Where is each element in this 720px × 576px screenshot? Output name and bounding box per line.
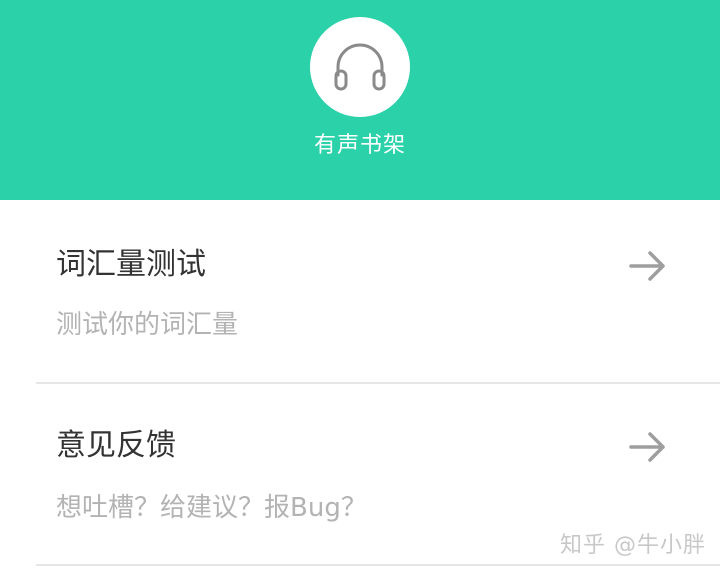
- arrow-right-icon[interactable]: [628, 430, 668, 464]
- divider: [36, 564, 720, 566]
- audiobook-shelf-label[interactable]: 有声书架: [0, 128, 720, 164]
- headphones-icon: [334, 43, 386, 91]
- arrow-right-icon[interactable]: [628, 249, 668, 283]
- vocabulary-test-title: 词汇量测试: [56, 247, 206, 282]
- feedback-subtitle: 想吐槽？给建议？报Bug？: [56, 493, 367, 523]
- audiobook-shelf-button[interactable]: [310, 17, 410, 117]
- watermark: 知乎 @牛小胖: [560, 533, 706, 558]
- vocabulary-test-subtitle: 测试你的词汇量: [56, 310, 239, 340]
- header-banner: 有声书架: [0, 0, 720, 200]
- list-item-vocabulary-test[interactable]: 词汇量测试 测试你的词汇量: [0, 201, 720, 383]
- feedback-title: 意见反馈: [56, 428, 176, 463]
